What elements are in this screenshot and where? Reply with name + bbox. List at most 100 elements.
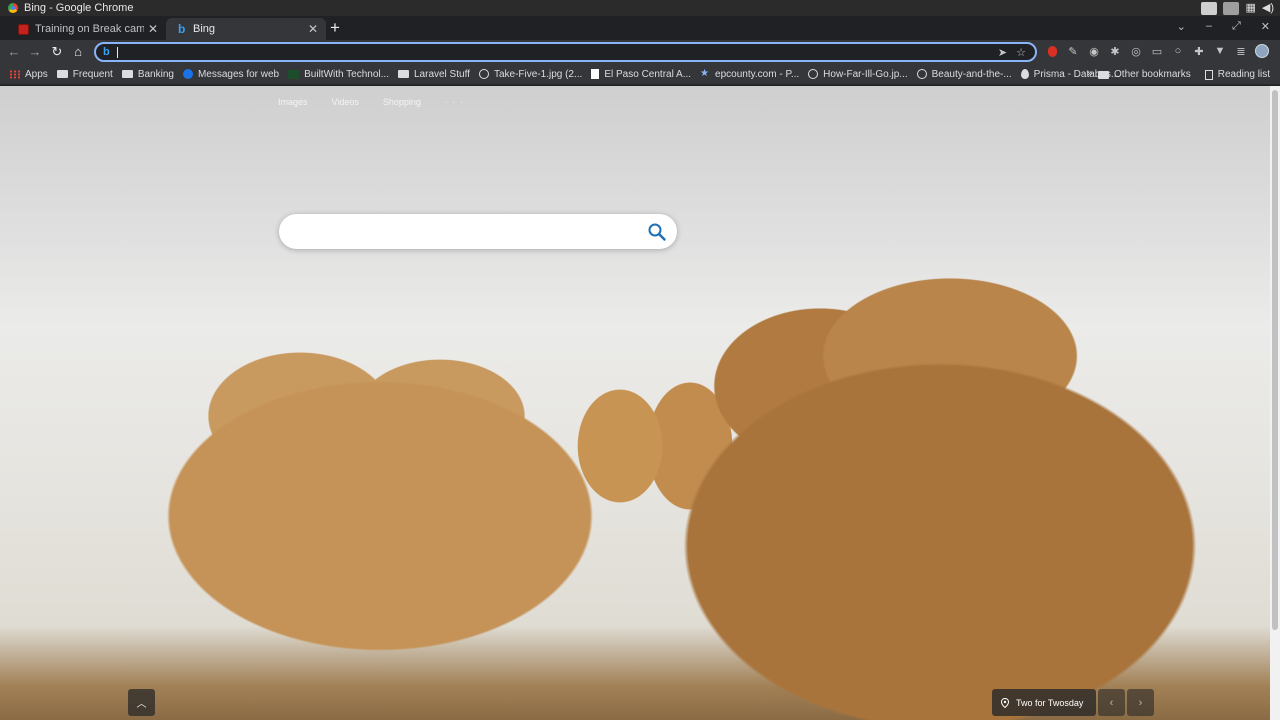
nav-more-icon[interactable]: · · ·: [445, 97, 464, 107]
tab-title: Training on Break camelCase: [35, 23, 144, 35]
tab-strip: Training on Break camelCase ✕ b Bing ✕ +…: [0, 16, 1280, 40]
tray-chrome-icon[interactable]: [1223, 1, 1240, 15]
search-icon[interactable]: [647, 222, 667, 242]
prisma-icon: [1020, 69, 1029, 79]
os-title-bar: Bing - Google Chrome ▦ ◀): [0, 0, 1280, 16]
profile-avatar-icon[interactable]: [1254, 43, 1270, 59]
bing-homepage: Images Videos Shopping · · · ︿ Two for T…: [0, 86, 1270, 720]
close-tab-icon[interactable]: ✕: [144, 22, 162, 36]
other-bookmarks[interactable]: Other bookmarks: [1098, 69, 1191, 80]
star-icon: ★: [700, 68, 710, 79]
bookmarks-right: Other bookmarks Reading list: [1089, 64, 1270, 85]
bookmark-take-five[interactable]: Take-Five-1.jpg (2...: [478, 68, 583, 80]
folder-icon: [121, 70, 133, 78]
address-bar[interactable]: b ➤ ☆: [94, 42, 1037, 62]
minimize-icon[interactable]: –: [1206, 20, 1212, 33]
page-scrollbar[interactable]: [1270, 86, 1280, 720]
scrollbar-thumb[interactable]: [1272, 90, 1278, 630]
address-input[interactable]: [120, 45, 998, 59]
forward-button[interactable]: →: [26, 43, 44, 61]
close-tab-icon[interactable]: ✕: [304, 22, 322, 36]
menu-kebab-icon[interactable]: ⋮: [1275, 43, 1280, 59]
bookmark-messages[interactable]: Messages for web: [182, 68, 280, 80]
globe-icon: [808, 69, 819, 79]
bookmark-label: Frequent: [72, 68, 113, 80]
gear-extension-icon[interactable]: ✱: [1107, 43, 1123, 59]
bookmark-label: Messages for web: [197, 68, 280, 80]
layers-extension-icon[interactable]: ≣: [1233, 43, 1249, 59]
new-tab-button[interactable]: +: [330, 19, 340, 36]
bookmark-how-far[interactable]: How-Far-Ill-Go.jp...: [808, 68, 908, 80]
image-caption: Two for Twosday: [1016, 697, 1084, 708]
bookmark-label: BuiltWith Technol...: [304, 68, 389, 80]
system-tray: ▦ ◀): [1201, 1, 1274, 15]
bookmark-label: Banking: [137, 68, 174, 80]
bookmark-apps[interactable]: Apps: [9, 69, 48, 80]
bookmark-beauty[interactable]: Beauty-and-the-...: [916, 69, 1012, 80]
bookmark-label: Apps: [25, 68, 48, 80]
reading-list[interactable]: Reading list: [1204, 69, 1270, 80]
builtwith-icon: [288, 69, 300, 79]
tab-search-icon[interactable]: ⌄: [1177, 20, 1186, 33]
reload-button[interactable]: ↻: [48, 43, 66, 61]
chat-extension-icon[interactable]: ◉: [1086, 43, 1102, 59]
nav-videos[interactable]: Videos: [332, 97, 359, 107]
ring-extension-icon[interactable]: ○: [1170, 43, 1186, 59]
previous-image-button[interactable]: ‹: [1098, 689, 1125, 716]
red-extension-icon[interactable]: [1044, 43, 1060, 59]
apps-grid-icon: [9, 69, 20, 79]
puzzle-extensions-icon[interactable]: ✚: [1191, 43, 1207, 59]
messages-icon: [182, 69, 193, 79]
back-button[interactable]: ←: [5, 43, 23, 61]
bookmark-epcounty[interactable]: ★ epcounty.com - P...: [700, 69, 799, 80]
bing-search-input[interactable]: [297, 223, 637, 241]
chrome-icon: [8, 3, 18, 13]
bing-favicon-icon: b: [178, 21, 186, 36]
network-icon[interactable]: ▦: [1245, 1, 1255, 15]
bookmark-laravel[interactable]: Laravel Stuff: [397, 68, 470, 80]
other-bookmarks-label: Other bookmarks: [1114, 69, 1191, 80]
tray-window-icon[interactable]: [1201, 1, 1218, 15]
bookmark-star-icon[interactable]: ☆: [1016, 46, 1026, 59]
screen-extension-icon[interactable]: ▭: [1149, 43, 1165, 59]
maximize-icon[interactable]: ⤢: [1232, 20, 1241, 33]
bookmark-frequent[interactable]: Frequent: [56, 68, 113, 80]
bing-top-nav: Images Videos Shopping · · ·: [278, 97, 464, 107]
bookmark-label: Laravel Stuff: [413, 68, 470, 80]
browser-toolbar: ← → ↻ ⌂ b ➤ ☆ ✎ ◉ ✱ ◎ ▭ ○ ✚ ▼ ≣ ⋮: [0, 40, 1280, 64]
pen-extension-icon[interactable]: ✎: [1065, 43, 1081, 59]
tab-training[interactable]: Training on Break camelCase ✕: [6, 18, 166, 40]
next-image-button[interactable]: ›: [1127, 689, 1154, 716]
bing-search-box: [279, 214, 677, 249]
reading-list-icon: [1204, 69, 1213, 80]
close-window-icon[interactable]: ✕: [1261, 20, 1270, 33]
nav-shopping[interactable]: Shopping: [383, 97, 421, 107]
globe-icon: [478, 69, 489, 79]
window-title: Bing - Google Chrome: [24, 2, 134, 14]
vue-extension-icon[interactable]: ▼: [1212, 43, 1228, 59]
bookmark-label: epcounty.com - P...: [715, 68, 800, 80]
bookmark-builtwith[interactable]: BuiltWith Technol...: [288, 69, 389, 80]
folder-icon: [1098, 70, 1110, 79]
training-favicon-icon: [18, 23, 29, 35]
scroll-up-button[interactable]: ︿: [128, 689, 155, 716]
window-controls: ⌄ – ⤢ ✕: [1177, 20, 1270, 33]
folder-icon: [56, 70, 68, 78]
nav-images[interactable]: Images: [278, 97, 308, 107]
bookmark-label: Take-Five-1.jpg (2...: [493, 68, 583, 80]
text-caret: [117, 46, 118, 58]
document-icon: [591, 69, 600, 79]
bookmarks-bar: Apps Frequent Banking Messages for web B…: [0, 64, 1280, 85]
image-caption-pill[interactable]: Two for Twosday: [992, 689, 1096, 716]
tab-bing[interactable]: b Bing ✕: [166, 18, 326, 40]
bookmark-label: How-Far-Ill-Go.jp...: [823, 68, 908, 80]
reading-list-label: Reading list: [1217, 69, 1270, 80]
volume-icon[interactable]: ◀): [1262, 1, 1274, 15]
home-button[interactable]: ⌂: [69, 43, 87, 61]
extensions-row: ✎ ◉ ✱ ◎ ▭ ○ ✚ ▼ ≣ ⋮: [1044, 43, 1280, 59]
send-tab-icon[interactable]: ➤: [998, 46, 1007, 59]
bookmark-banking[interactable]: Banking: [121, 68, 174, 80]
bookmark-el-paso[interactable]: El Paso Central A...: [591, 69, 691, 80]
target-extension-icon[interactable]: ◎: [1128, 43, 1144, 59]
bing-site-icon: b: [103, 46, 110, 58]
